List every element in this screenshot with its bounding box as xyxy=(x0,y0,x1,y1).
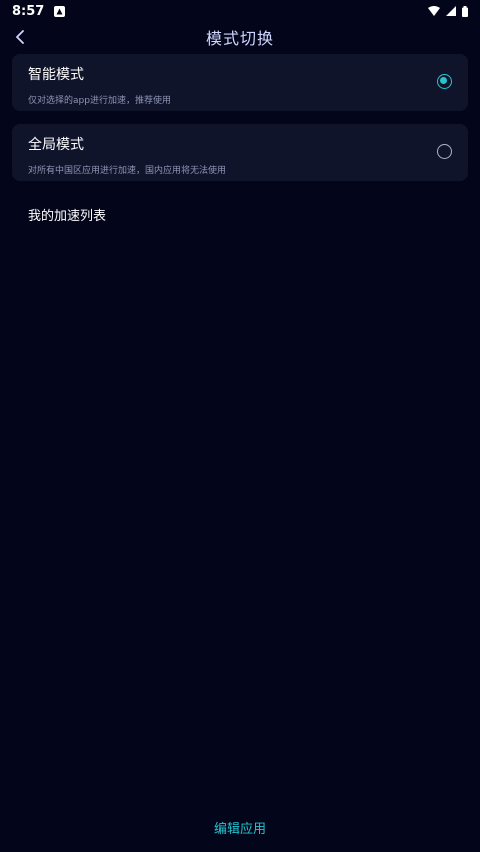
mode-title: 智能模式 xyxy=(28,67,84,83)
notification-icon xyxy=(54,5,66,17)
status-indicators xyxy=(428,5,468,17)
header: 模式切换 xyxy=(0,22,480,52)
wifi-icon xyxy=(428,6,440,16)
mode-option-smart[interactable]: 智能模式 仅对选择的app进行加速，推荐使用 xyxy=(12,54,468,111)
status-bar: 8:57 xyxy=(0,0,480,22)
mode-description: 对所有中国区应用进行加速，国内应用将无法使用 xyxy=(28,166,227,176)
page-title: 模式切换 xyxy=(205,29,274,48)
mode-title: 全局模式 xyxy=(28,137,84,153)
accelerate-list-title: 我的加速列表 xyxy=(28,209,107,224)
chevron-left-icon xyxy=(16,30,24,44)
mode-option-global[interactable]: 全局模式 对所有中国区应用进行加速，国内应用将无法使用 xyxy=(12,124,468,181)
mode-description: 仅对选择的app进行加速，推荐使用 xyxy=(28,96,171,106)
radio-button-unchecked[interactable] xyxy=(437,144,452,159)
status-time: 8:57 xyxy=(12,3,45,19)
radio-button-checked[interactable] xyxy=(437,74,452,89)
edit-apps-button[interactable]: 编辑应用 xyxy=(0,818,480,837)
back-button[interactable] xyxy=(8,25,32,49)
battery-icon xyxy=(462,5,468,17)
cellular-signal-icon xyxy=(446,6,456,16)
